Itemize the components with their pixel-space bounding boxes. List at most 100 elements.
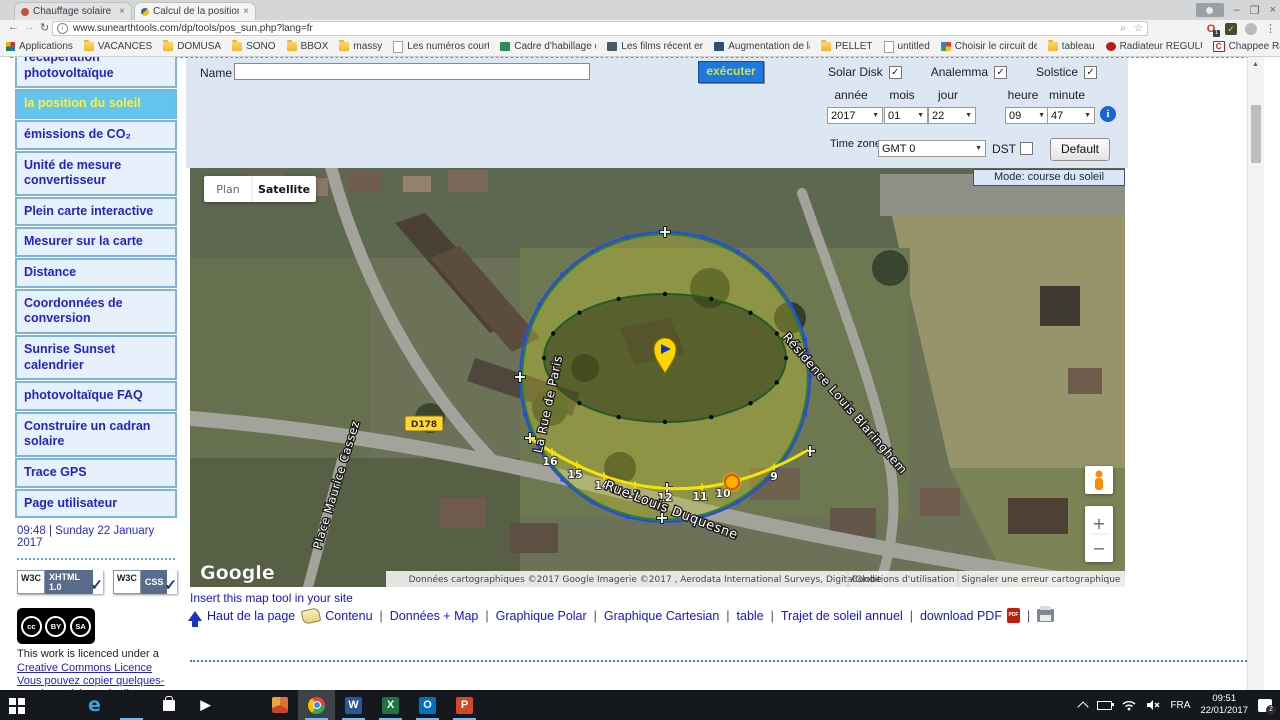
satellite-map[interactable]: 16151413 12 11 109 La Rue de Paris Rue Loui… bbox=[177, 157, 1138, 598]
tab-close-icon[interactable]: × bbox=[119, 6, 125, 17]
creative-commons-badge[interactable]: cc BY SA bbox=[17, 608, 95, 645]
checkbox[interactable]: ✓ bbox=[1084, 65, 1098, 79]
sun-marker[interactable] bbox=[724, 474, 740, 490]
bookmark-item[interactable]: Augmentation de la s bbox=[714, 41, 810, 52]
taskbar-store[interactable] bbox=[150, 690, 187, 720]
zoom-control[interactable]: + − bbox=[1085, 506, 1113, 562]
taskbar-powerpoint[interactable]: P bbox=[446, 690, 483, 720]
window-close-button[interactable]: × bbox=[1270, 4, 1276, 16]
map-type-control[interactable]: Plan Satellite bbox=[204, 176, 316, 202]
taskbar-media-player[interactable]: ▶ bbox=[187, 690, 224, 720]
extension-opera-icon[interactable]: O1 bbox=[1205, 23, 1220, 37]
window-minimize-button[interactable]: – bbox=[1234, 4, 1240, 16]
forward-icon[interactable]: → bbox=[24, 21, 35, 33]
sidebar-item-mesurer-sur-la-carte[interactable]: Mesurer sur la carte bbox=[15, 227, 177, 257]
w3c-css-badge[interactable]: W3C CSS ✓ bbox=[112, 570, 177, 595]
zoom-icon[interactable]: ⌕ bbox=[1120, 23, 1126, 34]
timezone-select[interactable]: GMT 0 ▼ bbox=[878, 140, 986, 157]
tab-close-icon[interactable]: × bbox=[243, 6, 249, 17]
bookmark-item[interactable]: BBOX bbox=[286, 40, 328, 52]
bookmark-item[interactable]: Les numéros courts B bbox=[393, 40, 489, 53]
bookmark-item[interactable]: tableau bbox=[1047, 40, 1095, 52]
footer-link-contenu[interactable]: Contenu bbox=[301, 606, 373, 625]
info-icon[interactable]: i bbox=[1100, 106, 1116, 122]
zoom-out-button[interactable]: − bbox=[1092, 539, 1105, 558]
sidebar-item-distance[interactable]: Distance bbox=[15, 258, 177, 288]
pegman-control[interactable] bbox=[1085, 466, 1113, 494]
page-scrollbar[interactable]: ▲ bbox=[1247, 57, 1264, 690]
select-minute[interactable]: 47 ▼ bbox=[1047, 107, 1095, 124]
taskbar-settings-circle[interactable] bbox=[224, 690, 261, 720]
terms-link[interactable]: Conditions d'utilisation bbox=[852, 575, 955, 585]
footer-link-haut-de-la-page[interactable]: Haut de la page bbox=[188, 609, 295, 627]
default-button[interactable]: Default bbox=[1050, 138, 1110, 161]
bookmark-item[interactable]: Applications bbox=[6, 41, 73, 52]
profile-avatar[interactable] bbox=[1195, 3, 1224, 17]
dst-checkbox[interactable] bbox=[1020, 142, 1033, 155]
bookmark-item[interactable]: Les films récent en st bbox=[607, 41, 703, 52]
taskbar-chrome[interactable] bbox=[298, 690, 335, 720]
map-container[interactable]: 16 15 14 13 12 11 10 9 La Rue de Paris Rue Loui… bbox=[177, 157, 1138, 598]
select-année[interactable]: 2017 ▼ bbox=[827, 107, 883, 124]
wifi-icon[interactable] bbox=[1122, 699, 1136, 711]
bookmark-item[interactable]: Cadre d'habillage de bbox=[500, 41, 596, 52]
select-heure[interactable]: 09 ▼ bbox=[1005, 107, 1049, 124]
bookmark-item[interactable]: VACANCES bbox=[83, 40, 152, 52]
bookmark-item[interactable]: PELLET bbox=[821, 40, 873, 52]
taskbar-file-explorer[interactable] bbox=[113, 690, 150, 720]
bookmark-item[interactable]: Choisir le circuit de di bbox=[940, 41, 1037, 52]
sidebar-item-trace-gps[interactable]: Trace GPS bbox=[15, 458, 177, 488]
battery-icon[interactable] bbox=[1097, 700, 1115, 710]
satellite-button[interactable]: Satellite bbox=[258, 183, 310, 196]
bookmark-item[interactable]: SONO bbox=[232, 40, 276, 52]
volume-muted-icon[interactable] bbox=[1146, 699, 1160, 711]
footer-link-graphique-cartesian[interactable]: Graphique Cartesian bbox=[604, 609, 719, 623]
licence-link[interactable]: Creative Commons Licence bbox=[17, 662, 173, 675]
w3c-xhtml-badge[interactable]: W3C XHTML 1.0 ✓ bbox=[17, 570, 103, 595]
taskbar-outlook[interactable]: O bbox=[409, 690, 446, 720]
address-bar[interactable]: i www.sunearthtools.com/dp/tools/pos_sun… bbox=[52, 21, 1148, 36]
sidebar-item-unit-de-mesure-convertisseur[interactable]: Unité de mesure convertisseur bbox=[15, 150, 177, 196]
sidebar-item-page-utilisateur[interactable]: Page utilisateur bbox=[15, 488, 177, 519]
bookmark-item[interactable]: CChappee Radiateur p bbox=[1212, 41, 1280, 52]
sidebar-item-construire-un-cadran-solaire[interactable]: Construire un cadran solaire bbox=[15, 411, 177, 457]
footer-link-graphique-polar[interactable]: Graphique Polar bbox=[496, 609, 587, 623]
extension-adblock-icon[interactable]: ✓ bbox=[1225, 22, 1237, 35]
execute-button[interactable]: exécuter bbox=[698, 61, 764, 83]
printer-icon[interactable] bbox=[1037, 606, 1055, 622]
zoom-in-button[interactable]: + bbox=[1092, 514, 1105, 533]
back-icon[interactable]: ← bbox=[8, 21, 19, 33]
bookmark-item[interactable]: Radiateur REGULUS-s bbox=[1105, 41, 1202, 52]
checkbox[interactable]: ✓ bbox=[994, 65, 1008, 79]
taskbar-edge[interactable]: e bbox=[76, 690, 113, 720]
tab-chauffage-solaire[interactable]: Chauffage solaire × bbox=[14, 2, 132, 20]
page-info-icon[interactable]: i bbox=[57, 23, 68, 34]
sidebar-item-la-position-du-soleil[interactable]: la position du soleil bbox=[15, 89, 177, 119]
checkbox[interactable]: ✓ bbox=[888, 65, 902, 79]
licence-copy-link[interactable]: Vous pouvez copier quelques-uns des arti… bbox=[17, 675, 173, 690]
sidebar-item-plein-carte-interactive[interactable]: Plein carte interactive bbox=[15, 196, 177, 227]
reload-icon[interactable]: ↻ bbox=[40, 21, 49, 34]
keyboard-language[interactable]: FRA bbox=[1170, 700, 1190, 711]
sidebar-item-coordonn-es-de-conversion[interactable]: Coordonnées de conversion bbox=[15, 288, 177, 334]
bookmark-star-icon[interactable]: ☆ bbox=[1134, 23, 1143, 34]
scrollbar-thumb[interactable] bbox=[1251, 105, 1261, 163]
tab-sun-position[interactable]: Calcul de la position du s × bbox=[134, 2, 256, 20]
action-center-icon[interactable]: 2 bbox=[1258, 698, 1276, 715]
sidebar-item-missions-de-co[interactable]: émissions de CO₂ bbox=[15, 119, 177, 150]
window-restore-button[interactable]: ❐ bbox=[1250, 4, 1260, 17]
select-jour[interactable]: 22 ▼ bbox=[928, 107, 976, 124]
footer-link-table[interactable]: table bbox=[737, 609, 764, 623]
extension-disabled-icon[interactable] bbox=[1245, 22, 1257, 35]
tray-expand-icon[interactable] bbox=[1077, 700, 1090, 713]
bookmark-item[interactable]: massy bbox=[339, 40, 382, 52]
footer-link-download-pdf[interactable]: download PDF PDF bbox=[920, 608, 1020, 623]
browser-menu-icon[interactable]: ⋮ bbox=[1265, 22, 1276, 35]
report-error-link[interactable]: Signaler une erreur cartographique bbox=[962, 575, 1121, 585]
select-mois[interactable]: 01 ▼ bbox=[884, 107, 928, 124]
sidebar-item-sunrise-sunset-calendrier[interactable]: Sunrise Sunset calendrier bbox=[15, 334, 177, 381]
plan-button[interactable]: Plan bbox=[216, 183, 239, 196]
clock[interactable]: 09:51 22/01/2017 bbox=[1200, 693, 1248, 717]
taskbar-photos[interactable] bbox=[261, 690, 298, 720]
taskbar-start[interactable] bbox=[2, 690, 39, 720]
